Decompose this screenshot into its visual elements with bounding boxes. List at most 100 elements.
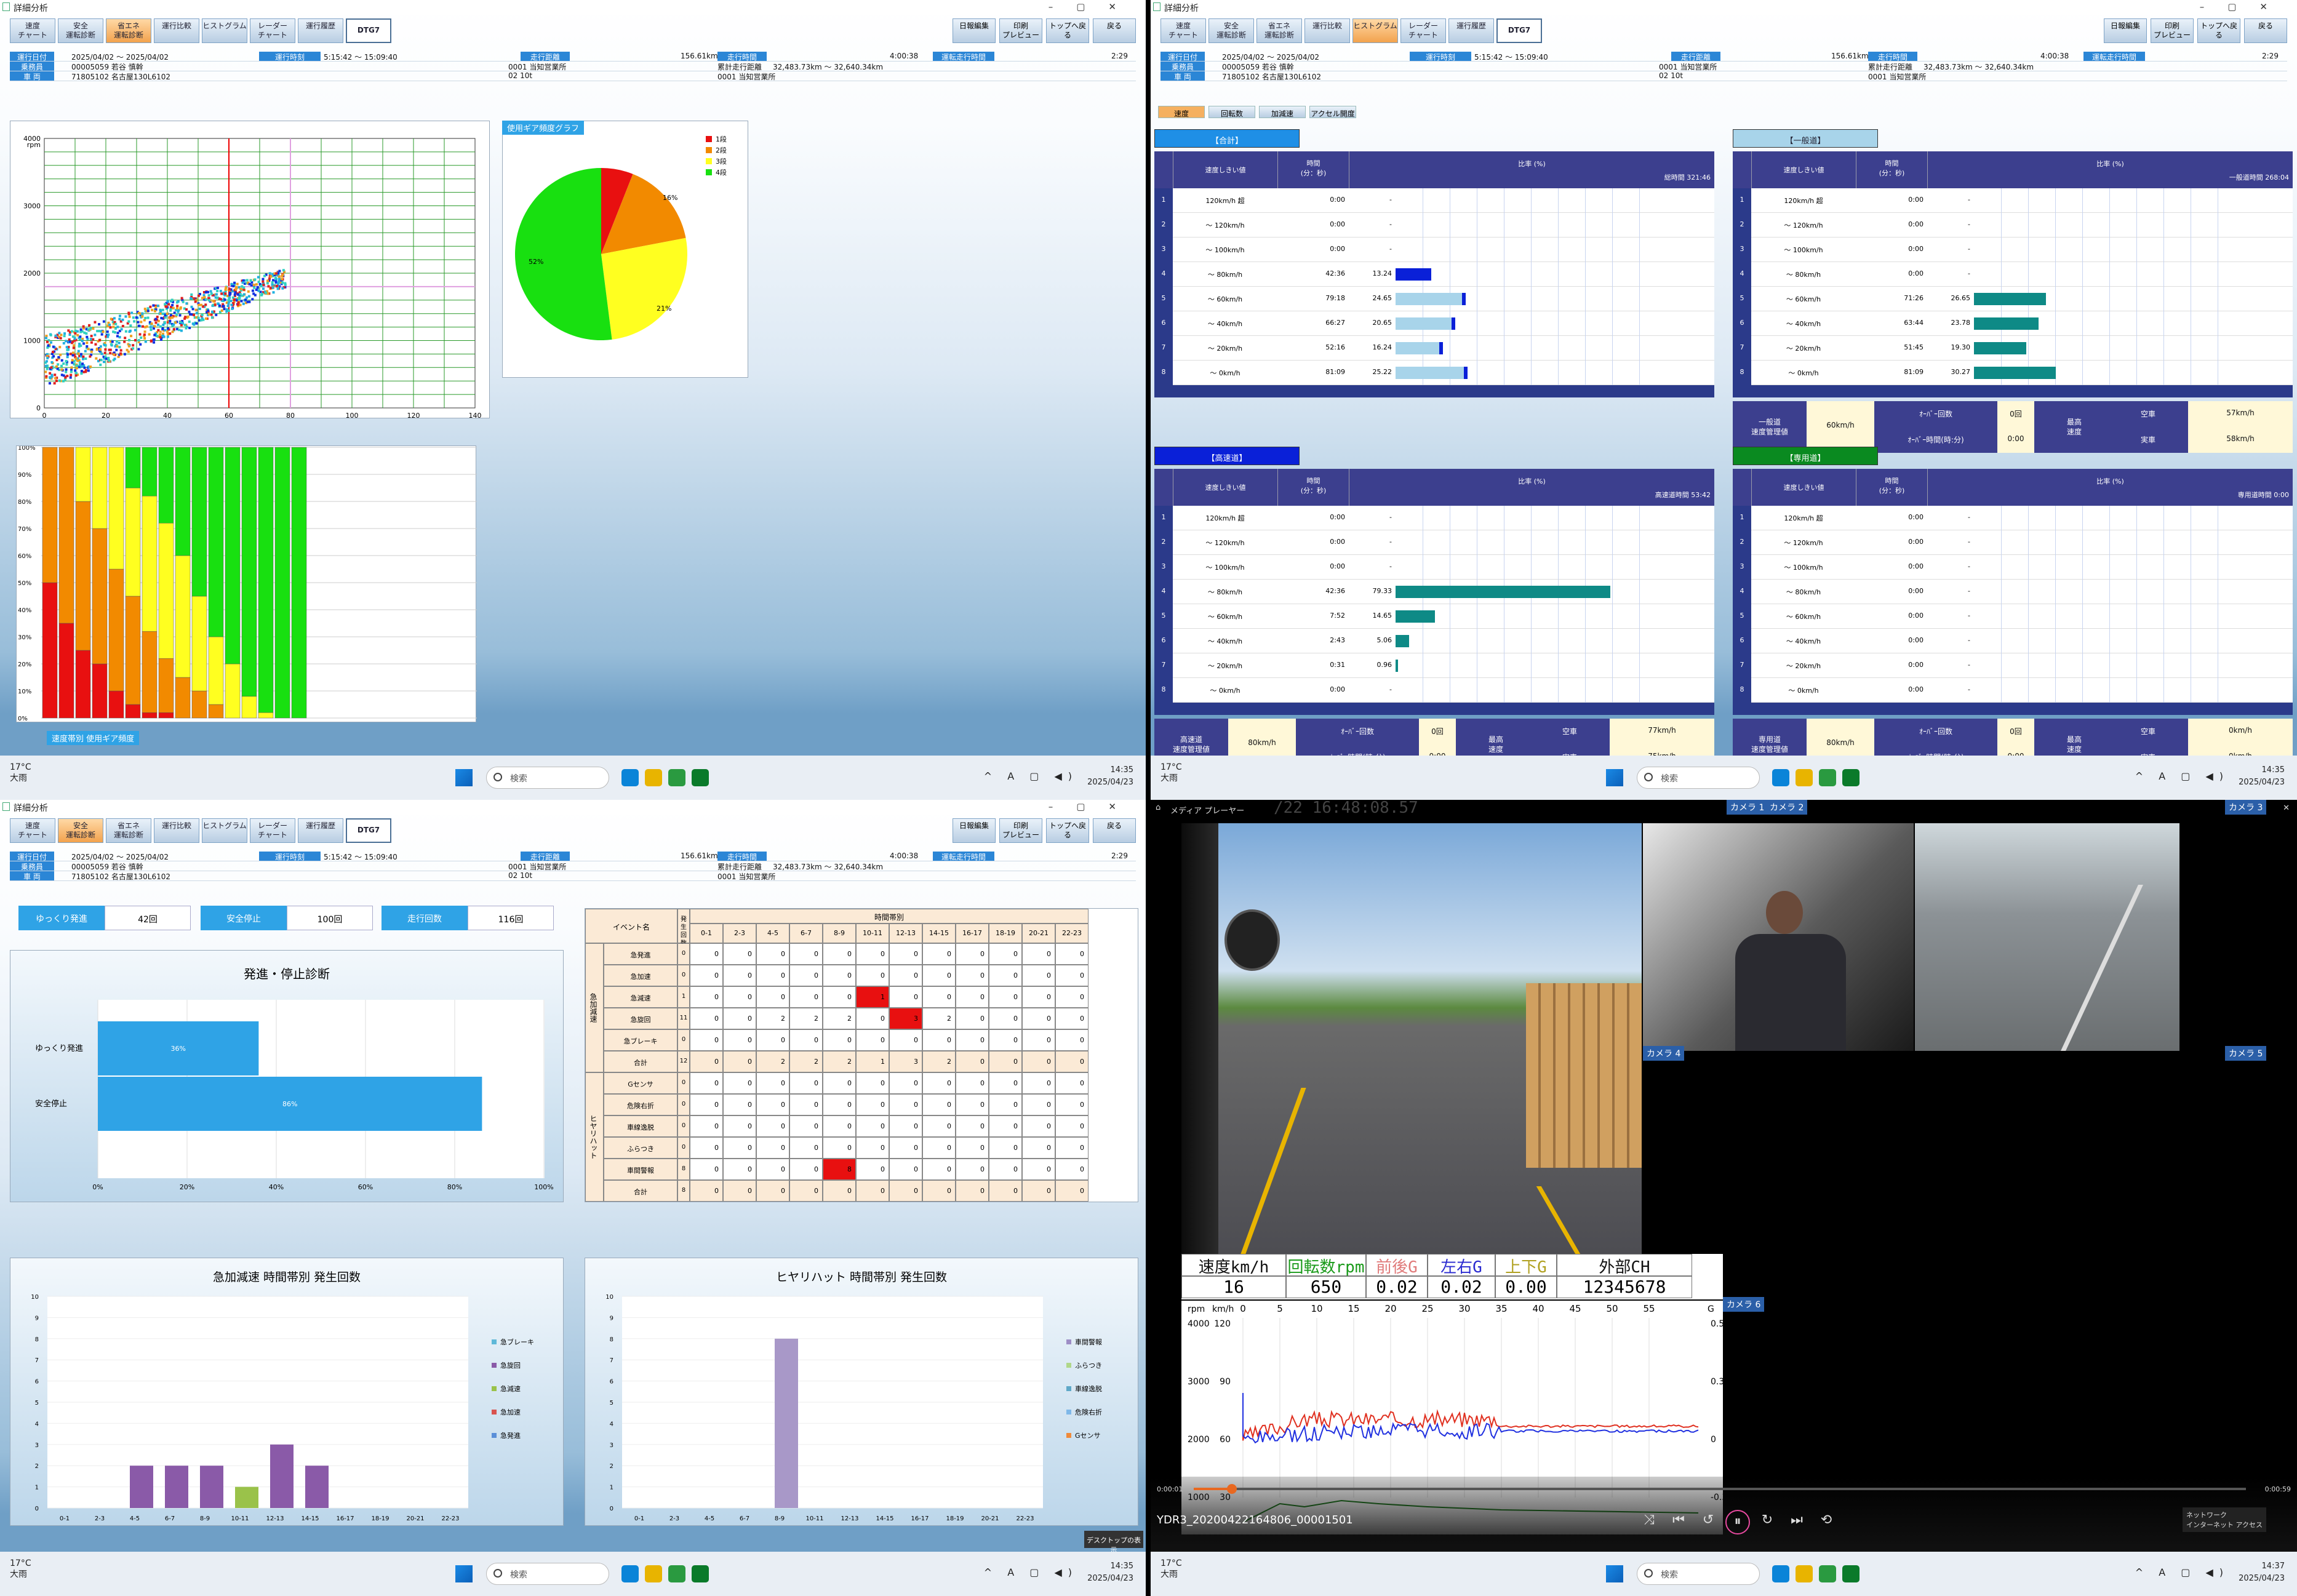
windows-start-icon[interactable] [455, 1565, 473, 1582]
tab-7[interactable]: DTG7 [346, 818, 391, 843]
right-tab-2[interactable]: トップへ戻る [1046, 818, 1089, 843]
subtab-2[interactable]: 加減速 [1259, 106, 1306, 118]
tab-2[interactable]: 省エネ 運転診断 [1256, 18, 1302, 43]
weather-widget[interactable]: 17°C 大雨 [1160, 1558, 1182, 1580]
tab-6[interactable]: 運行履歴 [298, 818, 343, 843]
close-button[interactable]: ✕ [2259, 1, 2291, 12]
taskbar-app-icon[interactable] [692, 769, 709, 786]
tab-4[interactable]: ヒストグラム [202, 818, 247, 843]
tab-0[interactable]: 速度 チャート [10, 818, 55, 843]
tab-3[interactable]: 運行比較 [154, 818, 199, 843]
forward-icon[interactable]: ↻ [1755, 1510, 1780, 1534]
tab-1[interactable]: 安全 運転診断 [58, 818, 103, 843]
right-tab-2[interactable]: トップへ戻る [2197, 18, 2240, 43]
pause-icon[interactable]: ⏸ [1725, 1510, 1750, 1534]
taskbar-app-icon[interactable] [1796, 769, 1813, 786]
close-button[interactable]: ✕ [1108, 1, 1140, 12]
camera-rear-view[interactable] [1915, 823, 2179, 1051]
right-tab-1[interactable]: 印刷 プレビュー [999, 18, 1042, 43]
tab-0[interactable]: 速度 チャート [10, 18, 55, 43]
subtab-1[interactable]: 回転数 [1208, 106, 1255, 118]
taskbar-app-icon[interactable] [692, 1565, 709, 1582]
camera-main-view[interactable] [1181, 823, 1642, 1274]
max-button[interactable]: ▢ [1076, 1, 1108, 12]
weather-widget[interactable]: 17°C 大雨 [1160, 762, 1182, 784]
tab-2[interactable]: 省エネ 運転診断 [106, 818, 151, 843]
tab-0[interactable]: 速度 チャート [1160, 18, 1206, 43]
tab-5[interactable]: レーダー チャート [1400, 18, 1446, 43]
repeat-icon[interactable]: ⟲ [1814, 1510, 1839, 1534]
tab-1[interactable]: 安全 運転診断 [58, 18, 103, 43]
max-button[interactable]: ▢ [2227, 1, 2259, 12]
taskbar-app-icon[interactable] [1772, 1565, 1789, 1582]
right-tab-0[interactable]: 日報編集 [2104, 18, 2147, 43]
scatter-point [87, 369, 90, 372]
weather-widget[interactable]: 17°C 大雨 [10, 762, 31, 784]
close-button[interactable]: ✕ [1108, 801, 1140, 812]
show-desktop-button[interactable]: デスクトップの表示 [1084, 1531, 1143, 1554]
right-tab-0[interactable]: 日報編集 [953, 818, 996, 843]
right-tab-3[interactable]: 戻る [1093, 818, 1136, 843]
tab-5[interactable]: レーダー チャート [250, 18, 295, 43]
camera-cab-view[interactable] [1643, 823, 1914, 1051]
prev-icon[interactable]: ⏮ [1666, 1510, 1691, 1534]
right-tab-0[interactable]: 日報編集 [953, 18, 996, 43]
taskbar-app-icon[interactable] [1796, 1565, 1813, 1582]
subtab-3[interactable]: アクセル開度 [1309, 106, 1356, 118]
max-button[interactable]: ▢ [1076, 801, 1108, 812]
subtab-0[interactable]: 速度 [1158, 106, 1205, 118]
windows-start-icon[interactable] [1606, 769, 1623, 786]
right-tab-1[interactable]: 印刷 プレビュー [999, 818, 1042, 843]
right-tab-3[interactable]: 戻る [2244, 18, 2287, 43]
taskbar-app-icon[interactable] [1772, 769, 1789, 786]
search-box[interactable]: 検索 [486, 1563, 609, 1585]
x-tick: 10-11 [231, 1515, 249, 1522]
stat-label[interactable]: ゆっくり発進 [18, 906, 105, 930]
taskbar-app-icon[interactable] [621, 1565, 639, 1582]
min-button[interactable]: – [1049, 1, 1077, 12]
taskbar-app-icon[interactable] [645, 1565, 662, 1582]
taskbar-app-icon[interactable] [645, 769, 662, 786]
search-box[interactable]: 検索 [486, 767, 609, 789]
tab-2[interactable]: 省エネ 運転診断 [106, 18, 151, 43]
shuffle-icon[interactable]: ⤨ [1637, 1510, 1661, 1534]
tab-4[interactable]: ヒストグラム [1352, 18, 1398, 43]
tab-6[interactable]: 運行履歴 [298, 18, 343, 43]
tab-5[interactable]: レーダー チャート [250, 818, 295, 843]
weather-widget[interactable]: 17°C 大雨 [10, 1558, 31, 1580]
tab-3[interactable]: 運行比較 [154, 18, 199, 43]
taskbar-app-icon[interactable] [1842, 769, 1860, 786]
tab-1[interactable]: 安全 運転診断 [1208, 18, 1254, 43]
ratio-grid [2001, 555, 2002, 580]
tab-4[interactable]: ヒストグラム [202, 18, 247, 43]
home-icon[interactable]: ⌂ [1156, 803, 1160, 812]
next-icon[interactable]: ⏭ [1784, 1510, 1809, 1534]
rewind-icon[interactable]: ↺ [1696, 1510, 1720, 1534]
windows-start-icon[interactable] [1606, 1565, 1623, 1582]
tab-7[interactable]: DTG7 [346, 18, 391, 43]
taskbar-app-icon[interactable] [621, 769, 639, 786]
right-tab-1[interactable]: 印刷 プレビュー [2151, 18, 2194, 43]
min-button[interactable]: – [2200, 1, 2228, 12]
right-tab-2[interactable]: トップへ戻る [1046, 18, 1089, 43]
windows-start-icon[interactable] [455, 769, 473, 786]
search-box[interactable]: 検索 [1637, 1563, 1760, 1585]
taskbar-app-icon[interactable] [1842, 1565, 1860, 1582]
tab-6[interactable]: 運行履歴 [1448, 18, 1494, 43]
tab-7[interactable]: DTG7 [1496, 18, 1542, 43]
taskbar-app-icon[interactable] [668, 769, 685, 786]
search-box[interactable]: 検索 [1637, 767, 1760, 789]
taskbar-app-icon[interactable] [668, 1565, 685, 1582]
seek-thumb[interactable] [1227, 1484, 1237, 1494]
min-button[interactable]: – [1049, 801, 1077, 812]
right-tab-3[interactable]: 戻る [1093, 18, 1136, 43]
stat-label[interactable]: 安全停止 [201, 906, 287, 930]
gear-caption[interactable]: 速度帯別 使用ギア頻度 [47, 731, 140, 745]
seek-track[interactable] [1194, 1488, 2246, 1490]
stat-label[interactable]: 走行回数 [382, 906, 468, 930]
tab-3[interactable]: 運行比較 [1304, 18, 1350, 43]
taskbar-app-icon[interactable] [1819, 769, 1836, 786]
clock-time: 14:35 [1110, 1562, 1133, 1571]
player-close-icon[interactable]: ✕ [2283, 804, 2290, 813]
taskbar-app-icon[interactable] [1819, 1565, 1836, 1582]
